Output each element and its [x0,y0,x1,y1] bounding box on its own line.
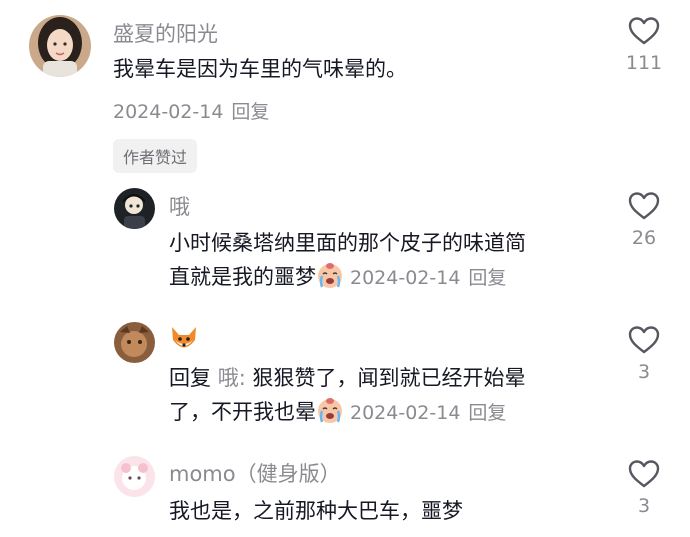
woman-avatar-image [29,15,91,77]
avatar[interactable] [114,456,155,497]
reply-to-user[interactable]: 哦 [218,366,239,390]
like-button[interactable]: 26 [614,191,674,249]
like-button[interactable]: 3 [614,459,674,517]
author-liked-badge: 作者赞过 [113,139,198,173]
heart-icon [628,17,660,45]
comment-text-line-1: 回复 哦: 狠狠赞了，闻到就已经开始晕 [169,366,526,390]
comment-username[interactable]: 哦 [169,193,190,221]
avatar[interactable] [114,322,155,363]
comment-date: 2024-02-14 [350,402,461,424]
comment-text-line: 小时候桑塔纳里面的那个皮子的味道简 [169,231,526,255]
heart-icon [628,460,660,488]
reply-button[interactable]: 回复 [468,402,506,424]
comment-meta: 2024-02-14 回复 [113,97,269,124]
comment-text: 我晕车是因为车里的气味晕的。 [113,57,407,81]
like-count: 111 [625,52,663,74]
pink-avatar-image [114,456,155,497]
crying-emoji-icon [316,396,344,434]
comment-text: 回复 哦: 狠狠赞了，闻到就已经开始晕 了，不开我也晕 2024-02-14 回复 [169,361,599,434]
comment-text: 我也是，之前那种大巴车，噩梦 [169,499,463,523]
comment-text: 小时候桑塔纳里面的那个皮子的味道简 直就是我的噩梦 2024-02-14 回复 [169,226,599,299]
comment-text-line: 狠狠赞了，闻到就已经开始晕 [252,366,526,390]
like-button[interactable]: 111 [614,16,674,74]
comment-text-line: 直就是我的噩梦 [169,265,316,289]
like-count: 3 [637,495,651,517]
like-count: 3 [637,361,651,383]
brown-avatar-image [114,322,155,363]
heart-icon [628,192,660,220]
dark-character-avatar-image [114,188,155,229]
comment-username[interactable]: 盛夏的阳光 [113,20,218,48]
comment-text-line-2: 直就是我的噩梦 2024-02-14 回复 [169,260,599,299]
comment-date: 2024-02-14 [350,267,461,289]
heart-icon [628,326,660,354]
like-count: 26 [631,227,657,249]
comment-text-line: 了，不开我也晕 [169,400,316,424]
comment-username[interactable]: momo（健身版） [169,460,341,488]
reply-button[interactable]: 回复 [231,101,269,123]
fox-icon [169,325,199,357]
reply-button[interactable]: 回复 [468,267,506,289]
comment-date: 2024-02-14 [113,101,224,123]
avatar[interactable] [114,188,155,229]
crying-emoji-icon [316,261,344,299]
reply-prefix: 回复 [169,366,211,390]
avatar[interactable] [29,15,91,77]
like-button[interactable]: 3 [614,325,674,383]
comment-text-line-2: 了，不开我也晕 2024-02-14 回复 [169,395,599,434]
